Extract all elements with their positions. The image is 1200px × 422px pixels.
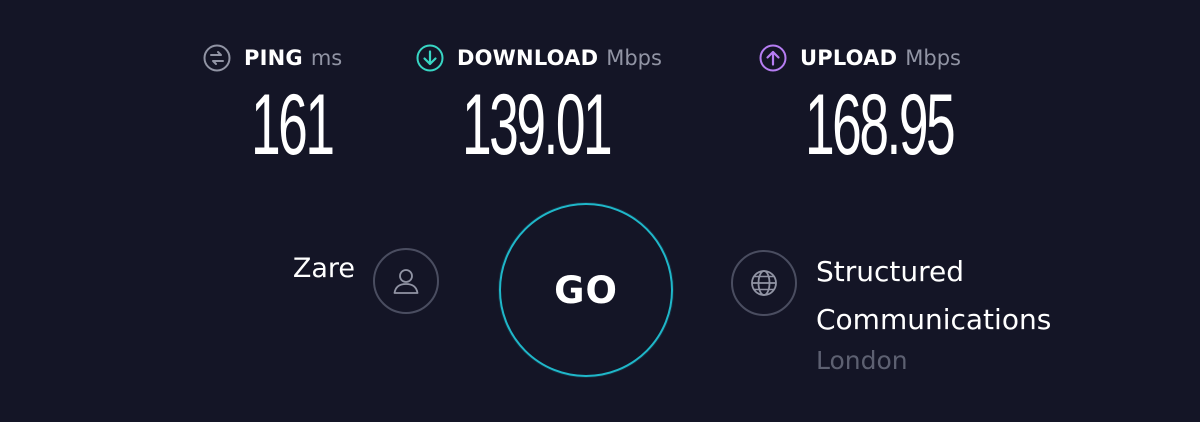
- user-block[interactable]: Zare: [260, 248, 439, 314]
- upload-label: UPLOAD: [800, 46, 898, 70]
- go-button[interactable]: GO: [499, 203, 673, 377]
- download-header: DOWNLOAD Mbps: [416, 40, 662, 76]
- upload-arrow-icon: [759, 44, 787, 72]
- ping-metric: PING ms 161: [203, 40, 342, 168]
- server-name-line2[interactable]: Communications: [816, 296, 1051, 344]
- upload-value: 168.95: [805, 77, 956, 173]
- server-info[interactable]: Structured Communications London: [816, 248, 1051, 375]
- server-name-line1[interactable]: Structured: [816, 248, 1051, 296]
- go-label: GO: [554, 268, 618, 312]
- download-value: 139.01: [462, 77, 613, 173]
- ping-value: 161: [251, 77, 335, 173]
- server-icon-wrap[interactable]: [731, 250, 797, 316]
- user-name[interactable]: Zare: [260, 253, 373, 284]
- server-location: London: [816, 346, 908, 375]
- globe-icon[interactable]: [731, 250, 797, 316]
- download-label: DOWNLOAD: [457, 46, 599, 70]
- ping-icon: [203, 44, 231, 72]
- ping-unit: ms: [310, 46, 343, 70]
- download-arrow-icon: [416, 44, 444, 72]
- person-icon[interactable]: [373, 248, 439, 314]
- ping-label: PING: [244, 46, 303, 70]
- upload-unit: Mbps: [905, 46, 961, 70]
- download-metric: DOWNLOAD Mbps 139.01: [416, 40, 662, 168]
- upload-header: UPLOAD Mbps: [759, 40, 961, 76]
- ping-header: PING ms: [203, 40, 342, 76]
- download-unit: Mbps: [606, 46, 662, 70]
- upload-metric: UPLOAD Mbps 168.95: [759, 40, 961, 168]
